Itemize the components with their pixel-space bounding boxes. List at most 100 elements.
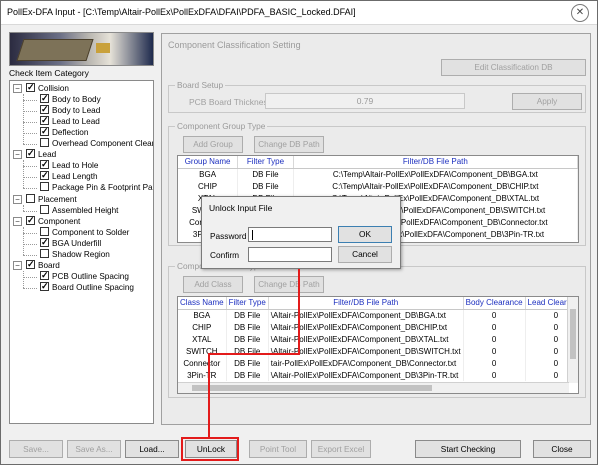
tree-item-overhead-component-clearar[interactable]: Overhead Component Clearar <box>40 138 154 149</box>
edit-classification-db-button[interactable]: Edit Classification DB <box>441 59 586 76</box>
tree-item-assembled-height[interactable]: Assembled Height <box>40 204 118 216</box>
add-class-button[interactable]: Add Class <box>183 276 243 293</box>
tree-item-body-to-lead[interactable]: Body to Lead <box>40 104 100 116</box>
checkbox[interactable] <box>40 170 49 181</box>
tree-item-lead-length[interactable]: Lead Length <box>40 170 98 182</box>
apply-button[interactable]: Apply <box>512 93 582 110</box>
table-cell: DB File <box>226 309 269 321</box>
change-db-path-button[interactable]: Change DB Path <box>254 136 324 153</box>
checkbox[interactable] <box>26 82 35 93</box>
class-table-vertical-scrollbar[interactable] <box>567 297 578 383</box>
table-cell: 0 <box>463 357 526 369</box>
add-group-button[interactable]: Add Group <box>183 136 243 153</box>
tree-label: Board <box>38 260 60 270</box>
tree-label: Overhead Component Clearar <box>52 139 154 149</box>
confirm-label: Confirm <box>210 250 240 260</box>
checkbox[interactable] <box>40 226 49 236</box>
table-cell: CHIP <box>178 180 239 192</box>
tree-item-component-to-solder[interactable]: Component to Solder <box>40 226 129 238</box>
table-cell: 0 <box>463 309 526 321</box>
checkbox[interactable] <box>40 182 49 192</box>
tree-category-placement[interactable]: Placement <box>26 193 77 205</box>
checkbox[interactable] <box>40 281 49 292</box>
checkbox[interactable] <box>26 215 35 226</box>
tree-expander-icon[interactable]: − <box>13 194 22 204</box>
load-button[interactable]: Load... <box>125 440 179 458</box>
table-row[interactable]: Connector DB File tair-PollEx\PollExDFA\Co… <box>178 357 578 369</box>
table-row[interactable]: BGA DB File \Altair-PollEx\PollExDFA\Compo… <box>178 309 578 321</box>
class-table[interactable]: Class Name Filter Type Filter/DB File Path… <box>177 296 579 394</box>
start-checking-button[interactable]: Start Checking <box>415 440 521 458</box>
check-item-tree[interactable]: −CollisionBody to BodyBody to LeadLead t… <box>9 80 154 424</box>
column-header[interactable]: Filter/DB File Path <box>293 156 578 169</box>
tree-item-board-outline-spacing[interactable]: Board Outline Spacing <box>40 281 134 293</box>
tree-item-package-pin-footprint-pad[interactable]: Package Pin & Footprint Pad <box>40 182 154 193</box>
tree-expander-icon[interactable]: − <box>13 216 22 226</box>
table-cell: DB File <box>226 345 269 357</box>
save-as-button[interactable]: Save As... <box>67 440 121 458</box>
checkbox[interactable] <box>40 93 49 104</box>
close-button[interactable]: Close <box>533 440 591 458</box>
checkbox[interactable] <box>40 115 49 126</box>
column-header[interactable]: Body Clearance <box>463 297 526 310</box>
checkbox[interactable] <box>26 259 35 270</box>
checkbox[interactable] <box>40 138 49 148</box>
tree-expander-icon[interactable]: − <box>13 150 22 160</box>
column-header[interactable]: Class Name <box>178 297 227 310</box>
table-row[interactable]: BGA DB File C:\Temp\Altair-PollEx\PollExDF… <box>178 168 578 180</box>
checkbox[interactable] <box>40 126 49 137</box>
column-header[interactable]: Filter Type <box>237 156 294 169</box>
callout-line-horizontal <box>208 353 300 355</box>
cancel-button[interactable]: Cancel <box>338 246 392 263</box>
checkbox[interactable] <box>40 204 49 214</box>
tree-item-lead-to-lead[interactable]: Lead to Lead <box>40 115 100 127</box>
confirm-input[interactable] <box>248 247 332 262</box>
unlock-highlight-frame <box>181 437 239 461</box>
checkbox[interactable] <box>40 270 49 281</box>
tree-expander-icon[interactable]: − <box>13 84 22 93</box>
point-tool-button[interactable]: Point Tool <box>249 440 307 458</box>
table-row[interactable]: CHIP DB File \Altair-PollEx\PollExDFA\Comp… <box>178 321 578 333</box>
ok-button[interactable]: OK <box>338 226 392 243</box>
board-setup-legend: Board Setup <box>175 80 226 90</box>
password-input[interactable] <box>248 227 332 242</box>
tree-item-shadow-region[interactable]: Shadow Region <box>40 248 110 260</box>
tree-category-component[interactable]: Component <box>26 215 81 227</box>
category-label: Check Item Category <box>9 68 89 78</box>
checkbox[interactable] <box>40 248 49 258</box>
tree-label: Package Pin & Footprint Pad <box>52 183 154 193</box>
tree-expander-icon[interactable]: − <box>13 260 22 270</box>
save-button[interactable]: Save... <box>9 440 63 458</box>
tree-label: Body to Body <box>52 95 101 105</box>
checkbox[interactable] <box>26 193 35 203</box>
table-cell: 3Pin-TR <box>178 369 227 381</box>
table-cell: DB File <box>226 333 269 345</box>
pcb-board-graphic <box>16 39 94 61</box>
checkbox[interactable] <box>40 159 49 170</box>
column-header[interactable]: Group Name <box>178 156 239 169</box>
table-cell: DB File <box>226 357 269 369</box>
table-cell: Connector <box>178 357 227 369</box>
checkbox[interactable] <box>26 148 35 159</box>
table-row[interactable]: 3Pin-TR DB File \Altair-PollEx\PollExDFA\C… <box>178 369 578 381</box>
class-table-horizontal-scrollbar[interactable] <box>178 382 569 393</box>
tree-item-lead-to-hole[interactable]: Lead to Hole <box>40 159 98 171</box>
tree-label: Component <box>38 216 81 226</box>
main-window: PollEx-DFA Input - [C:\Temp\Altair-PollE… <box>0 0 598 465</box>
table-row[interactable]: CHIP DB File C:\Temp\Altair-PollEx\PollExD… <box>178 180 578 192</box>
checkbox[interactable] <box>40 104 49 115</box>
window-title: PollEx-DFA Input - [C:\Temp\Altair-PollE… <box>7 7 356 17</box>
table-row[interactable]: SWITCH DB File \Altair-PollEx\PollExDFA\Co… <box>178 345 578 357</box>
tree-item-deflection[interactable]: Deflection <box>40 126 88 138</box>
tree-label: BGA Underfill <box>52 238 102 248</box>
change-class-db-path-button[interactable]: Change DB Path <box>254 276 324 293</box>
thickness-field[interactable]: 0.79 <box>265 93 465 109</box>
tree-item-body-to-body[interactable]: Body to Body <box>40 93 101 105</box>
table-row[interactable]: XTAL DB File \Altair-PollEx\PollExDFA\Comp… <box>178 333 578 345</box>
checkbox[interactable] <box>40 237 49 248</box>
tree-item-pcb-outline-spacing[interactable]: PCB Outline Spacing <box>40 270 129 282</box>
export-excel-button[interactable]: Export Excel <box>311 440 371 458</box>
column-header[interactable]: Filter Type <box>226 297 269 310</box>
tree-item-bga-underfill[interactable]: BGA Underfill <box>40 237 102 249</box>
close-icon[interactable]: ✕ <box>571 4 589 22</box>
